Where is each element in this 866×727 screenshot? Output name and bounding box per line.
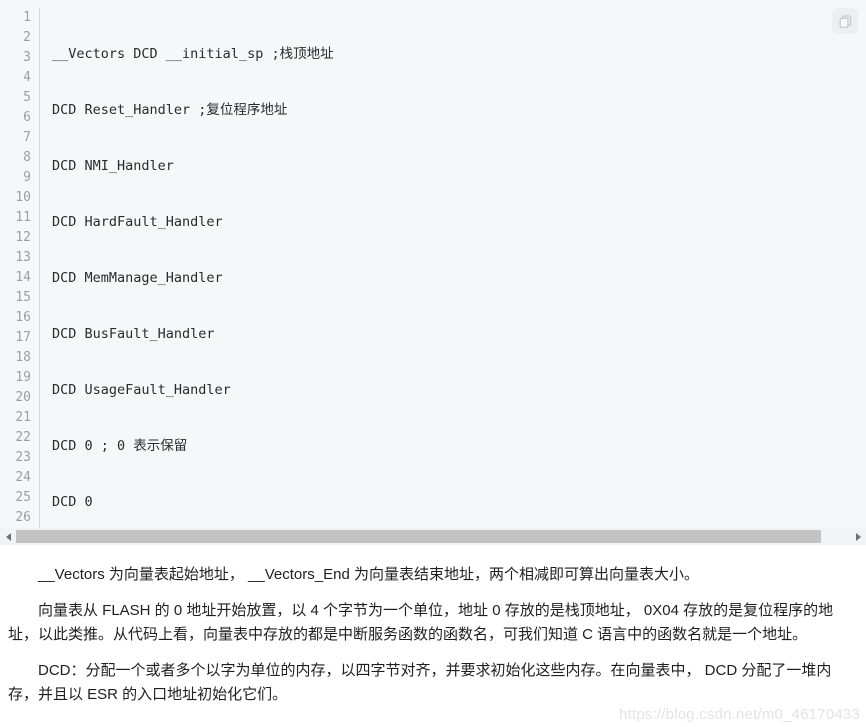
line-number: 11 xyxy=(15,210,31,225)
line-number: 21 xyxy=(15,410,31,425)
line-number: 24 xyxy=(15,470,31,485)
line-number: 7 xyxy=(23,130,31,145)
scroll-right-arrow-icon[interactable] xyxy=(850,528,866,545)
scrollbar-thumb[interactable] xyxy=(16,530,821,543)
line-number: 13 xyxy=(15,250,31,265)
paragraph-vectors-description: __Vectors 为向量表起始地址， __Vectors_End 为向量表结束… xyxy=(38,566,699,583)
line-number: 10 xyxy=(15,190,31,205)
line-number: 9 xyxy=(23,170,31,185)
paragraph-dcd-description: DCD：分配一个或者多个以字为单位的内存，以四字节对齐，并要求初始化这些内存。在… xyxy=(8,662,832,703)
line-number-gutter: 1 2 3 4 5 6 7 8 9 10 11 12 13 14 15 16 1… xyxy=(0,8,40,528)
code-line: DCD HardFault_Handler xyxy=(52,214,223,230)
line-number: 16 xyxy=(15,310,31,325)
triangle-left-icon xyxy=(5,532,11,541)
line-number: 15 xyxy=(15,290,31,305)
horizontal-scrollbar[interactable] xyxy=(0,528,866,545)
line-number: 12 xyxy=(15,230,31,245)
scrollbar-track[interactable] xyxy=(16,530,850,543)
watermark: https://blog.csdn.net/m0_46170433 xyxy=(619,706,860,723)
line-number: 8 xyxy=(23,150,31,165)
line-number: 25 xyxy=(15,490,31,505)
code-body: 1 2 3 4 5 6 7 8 9 10 11 12 13 14 15 16 1… xyxy=(0,8,866,532)
code-line: DCD 0 xyxy=(52,494,93,510)
line-number: 14 xyxy=(15,270,31,285)
line-number: 23 xyxy=(15,450,31,465)
code-line: DCD Reset_Handler ;复位程序地址 xyxy=(52,102,288,118)
code-line: DCD NMI_Handler xyxy=(52,158,174,174)
code-line: __Vectors DCD __initial_sp ;栈顶地址 xyxy=(52,46,334,62)
code-line: DCD BusFault_Handler xyxy=(52,326,215,342)
article-body: __Vectors 为向量表起始地址， __Vectors_End 为向量表结束… xyxy=(0,545,866,707)
code-line: DCD 0 ; 0 表示保留 xyxy=(52,438,188,454)
line-number: 17 xyxy=(15,330,31,345)
code-line: DCD MemManage_Handler xyxy=(52,270,223,286)
triangle-right-icon xyxy=(855,532,861,541)
line-number: 4 xyxy=(23,70,31,85)
line-number: 1 xyxy=(23,10,31,25)
copy-code-button[interactable] xyxy=(832,8,858,34)
line-number: 5 xyxy=(23,90,31,105)
line-number: 6 xyxy=(23,110,31,125)
scroll-left-arrow-icon[interactable] xyxy=(0,528,16,545)
line-number: 19 xyxy=(15,370,31,385)
line-number: 3 xyxy=(23,50,31,65)
line-number: 22 xyxy=(15,430,31,445)
line-number: 18 xyxy=(15,350,31,365)
line-number: 26 xyxy=(15,510,31,525)
code-content[interactable]: __Vectors DCD __initial_sp ;栈顶地址 DCD Res… xyxy=(40,8,866,545)
line-number: 2 xyxy=(23,30,31,45)
code-block: 1 2 3 4 5 6 7 8 9 10 11 12 13 14 15 16 1… xyxy=(0,0,866,545)
copy-icon xyxy=(838,14,853,29)
code-line: DCD UsageFault_Handler xyxy=(52,382,231,398)
line-number: 20 xyxy=(15,390,31,405)
paragraph-vector-table-layout: 向量表从 FLASH 的 0 地址开始放置，以 4 个字节为一个单位，地址 0 … xyxy=(8,602,834,643)
